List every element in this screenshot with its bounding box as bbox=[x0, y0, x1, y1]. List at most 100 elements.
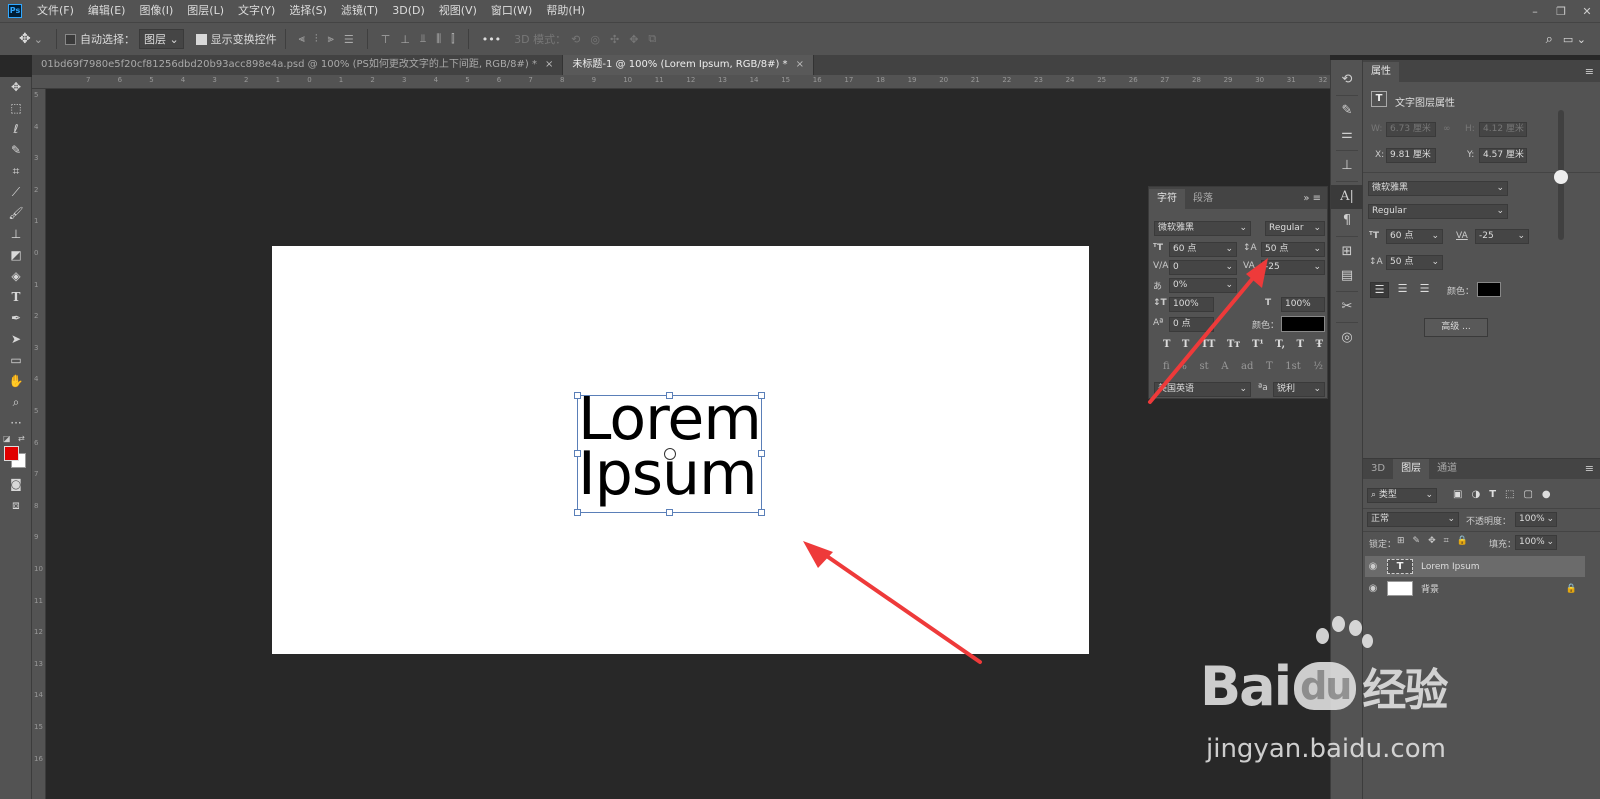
3d-roll-icon[interactable]: ◎ bbox=[590, 33, 600, 46]
transform-handle[interactable] bbox=[574, 450, 581, 457]
align-right-icon[interactable]: ⫸ bbox=[328, 32, 334, 46]
opentype-feature-button[interactable]: ad bbox=[1241, 361, 1253, 372]
transform-handle[interactable] bbox=[758, 392, 765, 399]
clone-source-icon[interactable]: ⊥ bbox=[1331, 154, 1363, 178]
x-field[interactable]: 9.81 厘米 bbox=[1386, 148, 1436, 163]
transform-handle[interactable] bbox=[758, 450, 765, 457]
3d-pan-icon[interactable]: ✣ bbox=[610, 33, 619, 46]
pixel-filter-icon[interactable]: ▣ bbox=[1453, 489, 1462, 500]
tab-untitled-1[interactable]: 未标题-1 @ 100% (Lorem Ipsum, RGB/8#) * × bbox=[563, 55, 814, 75]
type-style-button[interactable]: Ŧ bbox=[1315, 339, 1322, 350]
y-field[interactable]: 4.57 厘米 bbox=[1479, 148, 1527, 163]
pen-tool-icon[interactable]: ✒ bbox=[0, 308, 32, 329]
opentype-feature-button[interactable]: ℴ bbox=[1182, 361, 1187, 372]
language-select[interactable]: 美国英语 ⌄ bbox=[1154, 382, 1251, 397]
type-style-button[interactable]: T, bbox=[1275, 339, 1285, 350]
tracking-field[interactable]: -25 ⌄ bbox=[1261, 260, 1325, 275]
align-bottom-icon[interactable]: ⫫ bbox=[420, 32, 426, 46]
menu-item[interactable]: 窗口(W) bbox=[484, 0, 539, 22]
props-text-color-swatch[interactable] bbox=[1477, 282, 1501, 297]
panel-menu-icon[interactable]: » ≡ bbox=[1297, 189, 1327, 209]
notes-icon[interactable]: ▤ bbox=[1331, 264, 1363, 288]
foreground-color-swatch[interactable] bbox=[4, 446, 19, 461]
horizontal-scale-field[interactable]: 100% bbox=[1281, 297, 1325, 312]
menu-item[interactable]: 文字(Y) bbox=[231, 0, 282, 22]
menu-item[interactable]: 滤镜(T) bbox=[334, 0, 385, 22]
panel-menu-icon[interactable]: ≡ bbox=[1579, 459, 1600, 479]
search-icon[interactable]: ⌕ bbox=[1546, 32, 1553, 47]
type-filter-icon[interactable]: T bbox=[1489, 489, 1496, 500]
type-tool-icon[interactable]: T bbox=[0, 287, 32, 308]
brush-settings-icon[interactable]: ✎ bbox=[1331, 99, 1363, 123]
tsume-field[interactable]: 0% ⌄ bbox=[1169, 278, 1237, 293]
align-left-text-icon[interactable]: ☰ bbox=[1370, 282, 1389, 298]
menu-item[interactable]: 编辑(E) bbox=[81, 0, 133, 22]
tab-close-icon[interactable]: × bbox=[796, 59, 804, 70]
align-right-text-icon[interactable]: ☰ bbox=[1415, 282, 1434, 298]
fill-field[interactable]: 100% ⌄ bbox=[1515, 535, 1557, 550]
restore-button[interactable]: ❐ bbox=[1548, 5, 1574, 18]
menu-item[interactable]: 3D(D) bbox=[385, 0, 432, 22]
lock-position-icon[interactable]: ✥ bbox=[1428, 536, 1436, 546]
props-tracking-field[interactable]: -25 ⌄ bbox=[1475, 229, 1529, 244]
antialias-select[interactable]: 锐利 ⌄ bbox=[1273, 382, 1325, 397]
opentype-feature-button[interactable]: A bbox=[1221, 361, 1228, 372]
paragraph-panel-icon[interactable]: ¶ bbox=[1331, 209, 1363, 233]
blend-mode-select[interactable]: 正常 ⌄ bbox=[1367, 512, 1459, 527]
tab-channels[interactable]: 通道 bbox=[1429, 459, 1465, 479]
distribute-spacing-icon[interactable]: ⫿ bbox=[451, 32, 455, 46]
default-colors-icon[interactable]: ◪ bbox=[3, 434, 11, 443]
marquee-tool-icon[interactable]: ⬚ bbox=[0, 98, 32, 119]
tool-preset-chevron-icon[interactable]: ⌄ bbox=[34, 33, 43, 46]
history-icon[interactable]: ⟲ bbox=[1331, 68, 1363, 92]
layer-filter-select[interactable]: ⌕ 类型 ⌄ bbox=[1367, 488, 1437, 503]
type-style-button[interactable]: T¹ bbox=[1252, 339, 1264, 350]
smart-object-filter-icon[interactable]: ▢ bbox=[1523, 489, 1532, 500]
reference-point-icon[interactable] bbox=[664, 448, 676, 460]
align-center-text-icon[interactable]: ☰ bbox=[1393, 282, 1412, 298]
type-style-button[interactable]: TT bbox=[1201, 339, 1216, 350]
transform-bounding-box[interactable] bbox=[574, 392, 765, 516]
scroll-handle[interactable] bbox=[1554, 170, 1568, 184]
properties-scrollbar[interactable] bbox=[1554, 110, 1568, 240]
visibility-eye-icon[interactable]: ◉ bbox=[1365, 583, 1381, 594]
move-tool-icon[interactable]: ✥ bbox=[0, 77, 32, 98]
panel-menu-icon[interactable]: ≡ bbox=[1579, 62, 1600, 82]
character-panel-icon[interactable]: A| bbox=[1331, 185, 1363, 209]
more-options-icon[interactable]: ••• bbox=[482, 33, 501, 46]
type-style-button[interactable]: T bbox=[1163, 339, 1170, 350]
move-tool-icon[interactable]: ✥ bbox=[19, 31, 31, 47]
path-select-tool-icon[interactable]: ➤ bbox=[0, 329, 32, 350]
menu-item[interactable]: 帮助(H) bbox=[539, 0, 592, 22]
align-left-icon[interactable]: ⫷ bbox=[299, 32, 305, 46]
opacity-field[interactable]: 100% ⌄ bbox=[1515, 512, 1557, 527]
tab-layers[interactable]: 图层 bbox=[1393, 459, 1430, 479]
lock-artboard-icon[interactable]: ⌗ bbox=[1444, 536, 1449, 546]
visibility-eye-icon[interactable]: ◉ bbox=[1365, 561, 1381, 572]
tab-properties[interactable]: 属性 bbox=[1363, 62, 1399, 82]
stamp-tool-icon[interactable]: ⊥ bbox=[0, 224, 32, 245]
eraser-tool-icon[interactable]: ◩ bbox=[0, 245, 32, 266]
shape-filter-icon[interactable]: ⬚ bbox=[1505, 489, 1514, 500]
font-size-field[interactable]: 60 点 ⌄ bbox=[1169, 242, 1237, 257]
layer-row-text[interactable]: ◉ T Lorem Ipsum bbox=[1365, 556, 1585, 577]
transform-handle[interactable] bbox=[666, 392, 673, 399]
align-hcenter-icon[interactable]: ⫶ bbox=[315, 32, 318, 46]
transform-handle[interactable] bbox=[574, 509, 581, 516]
tab-paragraph[interactable]: 段落 bbox=[1185, 189, 1221, 209]
menu-item[interactable]: 选择(S) bbox=[282, 0, 334, 22]
eyedropper-tool-icon[interactable]: ⟋ bbox=[0, 182, 32, 203]
hand-tool-icon[interactable]: ✋ bbox=[0, 371, 32, 392]
opentype-feature-button[interactable]: ½ bbox=[1313, 361, 1323, 372]
transform-handle[interactable] bbox=[666, 509, 673, 516]
text-color-swatch[interactable] bbox=[1281, 316, 1325, 332]
kerning-field[interactable]: 0 ⌄ bbox=[1169, 260, 1237, 275]
3d-scale-icon[interactable]: ⧉ bbox=[648, 32, 656, 46]
close-button[interactable]: ✕ bbox=[1574, 5, 1600, 18]
opentype-feature-button[interactable]: fi bbox=[1163, 361, 1170, 372]
lasso-tool-icon[interactable]: ℓ bbox=[0, 119, 32, 140]
quick-mask-icon[interactable]: ◙ bbox=[0, 474, 32, 495]
tab-3d[interactable]: 3D bbox=[1363, 459, 1393, 479]
libraries-icon[interactable]: ◎ bbox=[1331, 326, 1363, 350]
props-font-family-select[interactable]: 微软雅黑 ⌄ bbox=[1368, 181, 1508, 196]
